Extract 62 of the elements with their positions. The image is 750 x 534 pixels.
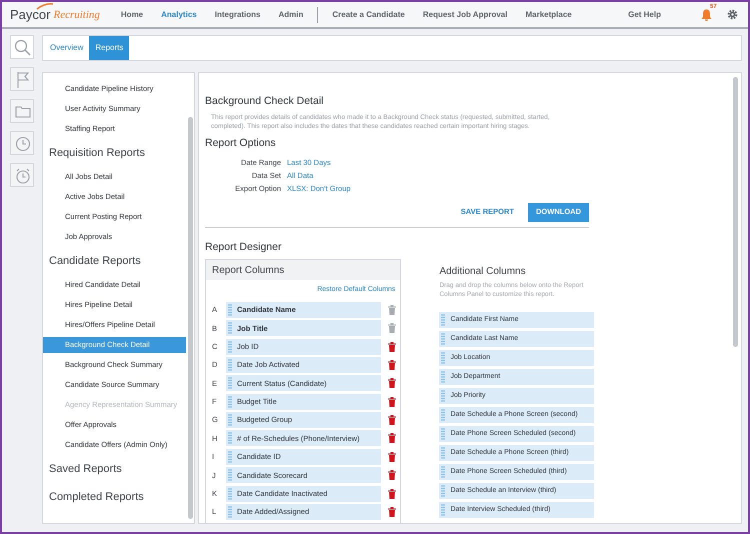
bell-icon [701,8,712,20]
drag-handle-icon[interactable] [441,371,446,384]
scrollbar[interactable] [733,77,738,347]
trash-icon[interactable] [388,507,396,518]
swoosh-icon [36,2,54,10]
rail-button[interactable] [10,35,34,59]
drag-handle-icon[interactable] [441,428,446,440]
settings-icon[interactable] [727,9,738,20]
drag-handle-icon[interactable] [441,390,446,402]
panel-title: Additional Columns [439,265,527,280]
nav-link[interactable]: Analytics [152,8,206,20]
trash-icon[interactable] [388,342,396,352]
section-heading: Report Options [205,136,277,151]
drag-handle-icon[interactable] [228,414,232,426]
trash-icon[interactable] [388,433,396,444]
drag-handle-icon[interactable] [228,304,232,316]
nav-link[interactable]: Integrations [206,8,270,20]
product-name: Recruiting [53,10,100,21]
trash-icon[interactable] [388,360,396,370]
trash-icon[interactable] [388,470,396,480]
drag-handle-icon[interactable] [228,322,232,334]
section-heading: Report Designer [205,240,282,254]
trash-icon[interactable] [388,488,396,499]
nav-link[interactable]: Admin [270,8,312,20]
nav-link[interactable]: Request Job Approval [414,8,516,20]
section-heading: Requisition Reports [49,146,145,161]
nav-link[interactable]: Home [112,8,152,20]
drag-handle-icon[interactable] [228,469,232,482]
trash-icon[interactable] [388,396,396,407]
nav-link[interactable]: Create a Candidate [323,8,414,20]
scrollbar[interactable] [188,117,193,519]
section-heading: Saved Reports [49,462,122,477]
drag-handle-icon[interactable] [228,450,232,463]
drag-handle-icon[interactable] [228,488,232,500]
report-title: Background Check Detail [205,94,324,109]
drag-handle-icon[interactable] [228,396,232,408]
drag-handle-icon[interactable] [228,506,232,518]
trash-icon[interactable] [388,378,396,388]
drag-handle-icon[interactable] [441,447,446,460]
drag-handle-icon[interactable] [441,409,446,422]
drag-handle-icon[interactable] [228,358,232,371]
rail-button[interactable] [10,163,34,187]
help-link[interactable]: Get Help [628,8,661,20]
nav-link[interactable]: Marketplace [516,8,581,20]
brand-name: Paycor [10,8,50,21]
drag-handle-icon[interactable] [441,485,446,498]
drag-handle-icon[interactable] [228,377,232,390]
drag-handle-icon[interactable] [441,466,446,478]
trash-icon[interactable] [388,452,396,462]
drag-handle-icon[interactable] [228,432,232,444]
panel-title: Report Columns [212,264,284,278]
section-heading: Candidate Reports [49,254,141,269]
section-heading: Completed Reports [49,490,144,505]
trash-icon[interactable] [388,415,396,426]
rail-button[interactable] [10,99,34,123]
rail-button[interactable] [10,67,34,91]
drag-handle-icon[interactable] [228,340,232,353]
drag-handle-icon[interactable] [441,333,446,346]
drag-handle-icon[interactable] [441,504,446,516]
drag-handle-icon[interactable] [441,352,446,364]
rail-button[interactable] [10,131,34,155]
drag-handle-icon[interactable] [441,314,446,326]
